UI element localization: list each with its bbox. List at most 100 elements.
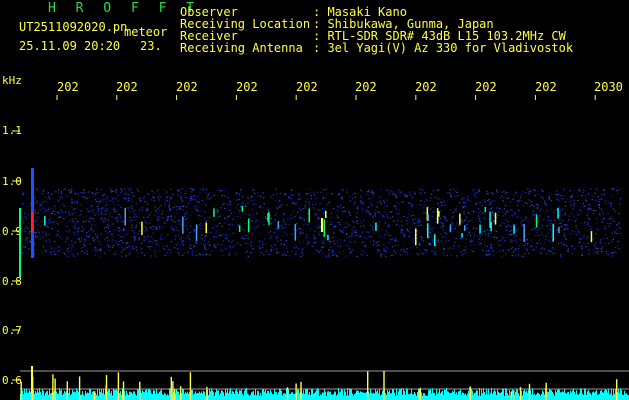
noise-pixel bbox=[572, 219, 574, 222]
noise-pixel bbox=[346, 244, 348, 246]
noise-pixel bbox=[484, 240, 486, 243]
power-spike bbox=[172, 381, 174, 400]
noise-pixel bbox=[374, 211, 376, 213]
noise-pixel bbox=[156, 196, 159, 198]
noise-pixel bbox=[206, 198, 208, 200]
noise-pixel bbox=[170, 241, 173, 243]
noise-pixel bbox=[584, 194, 587, 197]
power-bar bbox=[566, 393, 567, 400]
noise-pixel bbox=[303, 223, 306, 225]
noise-pixel bbox=[388, 191, 391, 193]
noise-pixel bbox=[385, 255, 387, 257]
meteor-streak bbox=[44, 216, 46, 226]
noise-pixel bbox=[136, 216, 138, 218]
noise-pixel bbox=[362, 209, 365, 211]
noise-pixel bbox=[313, 235, 315, 237]
noise-pixel bbox=[185, 225, 188, 227]
noise-pixel bbox=[547, 215, 550, 218]
noise-pixel bbox=[319, 203, 321, 205]
power-bar bbox=[372, 393, 373, 400]
power-bar bbox=[290, 394, 291, 400]
power-bar bbox=[213, 392, 214, 400]
noise-pixel bbox=[227, 191, 229, 193]
noise-pixel bbox=[557, 194, 559, 196]
noise-pixel bbox=[546, 253, 548, 255]
noise-pixel bbox=[204, 246, 206, 248]
noise-pixel bbox=[135, 249, 138, 251]
noise-pixel bbox=[124, 248, 126, 251]
noise-pixel bbox=[394, 238, 397, 240]
noise-pixel bbox=[144, 238, 147, 240]
noise-pixel bbox=[236, 226, 238, 228]
noise-pixel bbox=[198, 218, 200, 220]
noise-pixel bbox=[406, 217, 408, 219]
noise-pixel bbox=[542, 235, 545, 237]
noise-pixel bbox=[302, 240, 305, 242]
noise-pixel bbox=[65, 230, 68, 233]
noise-pixel bbox=[501, 191, 503, 193]
noise-pixel bbox=[276, 236, 278, 238]
noise-pixel bbox=[386, 189, 388, 191]
noise-pixel bbox=[69, 247, 72, 249]
meteor-streak bbox=[557, 208, 559, 219]
noise-pixel bbox=[342, 251, 345, 253]
power-bar bbox=[542, 390, 543, 400]
power-bar bbox=[538, 393, 539, 400]
power-bar bbox=[284, 393, 285, 400]
noise-pixel bbox=[204, 217, 206, 219]
noise-pixel bbox=[131, 200, 133, 202]
noise-pixel bbox=[35, 202, 38, 204]
noise-pixel bbox=[193, 229, 195, 231]
noise-pixel bbox=[45, 249, 47, 251]
noise-pixel bbox=[444, 219, 446, 221]
noise-pixel bbox=[138, 252, 140, 254]
power-bar bbox=[592, 392, 593, 400]
noise-pixel bbox=[213, 236, 215, 238]
noise-pixel bbox=[125, 255, 127, 257]
noise-pixel bbox=[149, 248, 151, 251]
noise-pixel bbox=[272, 197, 274, 200]
noise-pixel bbox=[176, 205, 178, 208]
power-bar bbox=[406, 388, 407, 400]
noise-pixel bbox=[351, 235, 353, 237]
noise-pixel bbox=[360, 197, 363, 199]
noise-pixel bbox=[167, 249, 170, 251]
noise-pixel bbox=[227, 220, 229, 222]
noise-pixel bbox=[422, 205, 424, 207]
noise-pixel bbox=[81, 250, 83, 252]
noise-pixel bbox=[298, 208, 301, 210]
noise-pixel bbox=[615, 251, 617, 253]
noise-pixel bbox=[512, 223, 515, 225]
noise-pixel bbox=[345, 226, 348, 228]
noise-pixel bbox=[101, 219, 104, 221]
noise-pixel bbox=[339, 223, 341, 226]
noise-pixel bbox=[43, 210, 46, 213]
noise-pixel bbox=[267, 209, 269, 212]
noise-pixel bbox=[34, 202, 36, 204]
noise-pixel bbox=[450, 254, 452, 256]
noise-pixel bbox=[322, 196, 325, 198]
power-bar bbox=[422, 395, 423, 400]
noise-pixel bbox=[355, 234, 357, 236]
noise-pixel bbox=[611, 233, 614, 235]
noise-pixel bbox=[89, 218, 91, 220]
noise-pixel bbox=[284, 223, 286, 225]
noise-pixel bbox=[383, 237, 385, 239]
noise-pixel bbox=[596, 218, 598, 220]
noise-pixel bbox=[45, 251, 47, 253]
noise-pixel bbox=[604, 228, 606, 230]
noise-pixel bbox=[74, 241, 76, 244]
power-bar bbox=[293, 394, 294, 400]
noise-pixel bbox=[442, 223, 444, 225]
power-bar bbox=[369, 393, 370, 400]
noise-pixel bbox=[608, 219, 611, 221]
noise-pixel bbox=[587, 236, 589, 238]
power-bar bbox=[86, 393, 87, 400]
noise-pixel bbox=[539, 221, 541, 223]
noise-pixel bbox=[388, 241, 390, 243]
noise-pixel bbox=[168, 204, 171, 206]
noise-pixel bbox=[130, 199, 132, 201]
noise-pixel bbox=[290, 217, 292, 220]
noise-pixel bbox=[242, 228, 245, 230]
noise-pixel bbox=[342, 189, 344, 191]
